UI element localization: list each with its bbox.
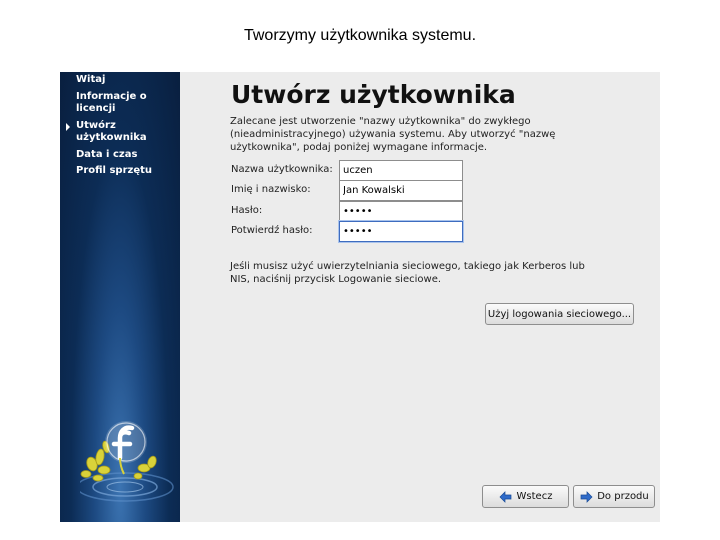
fedora-logo-icon	[76, 402, 180, 522]
confirm-password-label: Potwierdź hasło:	[231, 225, 313, 236]
sidebar-item-label: Witaj	[76, 74, 106, 85]
back-label: Wstecz	[516, 491, 553, 502]
sidebar-item-date-time[interactable]: Data i czas	[60, 149, 180, 162]
back-button[interactable]: Wstecz	[482, 485, 569, 508]
arrow-right-icon	[580, 490, 593, 503]
current-step-arrow-icon	[66, 122, 70, 131]
username-label: Nazwa użytkownika:	[231, 164, 333, 175]
forward-label: Do przodu	[597, 491, 649, 502]
installer-window: Witaj Informacje o licencji Utwórz użytk…	[60, 72, 660, 522]
sidebar-item-create-user[interactable]: Utwórz użytkownika	[60, 120, 180, 145]
sidebar-nav: Witaj Informacje o licencji Utwórz użytk…	[60, 74, 180, 182]
fullname-row: Imię i nazwisko:	[231, 180, 611, 201]
sidebar-item-welcome[interactable]: Witaj	[60, 74, 180, 87]
password-row: Hasło:	[231, 201, 611, 222]
network-login-label: Użyj logowania sieciowego...	[487, 308, 632, 320]
sidebar-item-label: Data i czas	[76, 148, 138, 160]
slide-caption: Tworzymy użytkownika systemu.	[243, 27, 477, 44]
forward-button[interactable]: Do przodu	[573, 485, 655, 508]
password-field[interactable]	[339, 201, 463, 222]
username-row: Nazwa użytkownika:	[231, 160, 611, 181]
main-content: Utwórz użytkownika Zalecane jest utworze…	[180, 72, 660, 522]
password-label: Hasło:	[231, 205, 263, 216]
confirm-password-field[interactable]	[339, 221, 463, 242]
network-auth-text: Jeśli musisz użyć uwierzytelniania sieci…	[230, 261, 585, 285]
confirm-password-row: Potwierdź hasło:	[231, 221, 611, 242]
network-login-button[interactable]: Użyj logowania sieciowego...	[485, 303, 634, 325]
intro-text: Zalecane jest utworzenie "nazwy użytkown…	[230, 116, 556, 153]
fullname-field[interactable]	[339, 180, 463, 201]
fullname-label: Imię i nazwisko:	[231, 184, 311, 195]
arrow-left-icon	[499, 490, 511, 503]
sidebar-item-hardware-profile[interactable]: Profil sprzętu	[60, 165, 180, 178]
page-title: Utwórz użytkownika	[231, 80, 516, 109]
sidebar-item-license[interactable]: Informacje o licencji	[60, 91, 180, 116]
sidebar: Witaj Informacje o licencji Utwórz użytk…	[60, 72, 180, 522]
sidebar-item-label: Utwórz użytkownika	[76, 119, 147, 144]
username-field[interactable]	[339, 160, 463, 181]
sidebar-item-label: Informacje o licencji	[76, 90, 147, 115]
sidebar-item-label: Profil sprzętu	[76, 165, 152, 176]
